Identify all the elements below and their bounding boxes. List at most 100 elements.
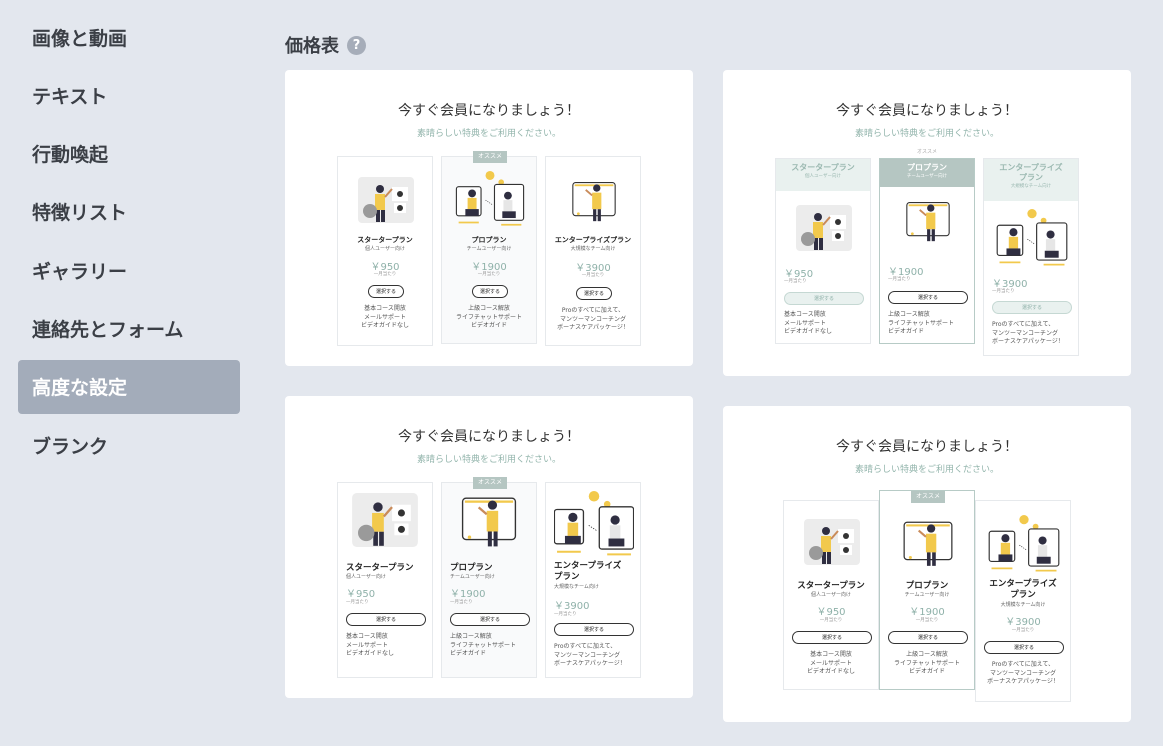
plan-tagline: 個人ユーザー向け [811, 592, 851, 598]
plan-features: 上級コース解放 ライフチャットサポート ビデオガイド [456, 305, 522, 329]
enterprise-illustration [571, 181, 617, 223]
pro-illustration [903, 521, 953, 567]
sidebar-item-image-video[interactable]: 画像と動画 [18, 10, 240, 64]
plan-tagline: 大規模なチーム向け [554, 584, 599, 590]
recommended-badge: オススメ [473, 151, 507, 163]
plan-price: ￥3900 [1005, 617, 1041, 628]
starter-illustration [358, 177, 414, 223]
plan-pro: プロプラン チームユーザー向け ￥1900 一月当たり 選択する 上級コース解放… [879, 158, 975, 344]
select-button[interactable]: 選択する [554, 623, 634, 636]
template-subheading: 素晴らしい特典をご利用ください。 [854, 465, 999, 475]
select-button[interactable]: 選択する [984, 641, 1064, 654]
plan-tagline: 個人ユーザー向け [365, 246, 405, 252]
plan-period: 一月当たり [554, 612, 577, 617]
plan-features: 上級コース解放 ライフチャットサポート ビデオガイド [888, 311, 954, 335]
plan-starter: スタータープラン 個人ユーザー向け ￥950 一月当たり 選択する 基本コース開… [775, 158, 871, 344]
plan-features: Proのすべてに加えて、 マンツーマンコーチング ボーナスケアパッケージ！ [987, 661, 1059, 685]
plan-pro: オススメ プロプラン チームユーザー向け ￥1900 一月当たり 選択する 上級… [441, 477, 537, 678]
sidebar-item-contact-form[interactable]: 連絡先とフォーム [18, 301, 240, 355]
sidebar-item-blank[interactable]: ブランク [18, 418, 240, 472]
plan-features: Proのすべてに加えて、 マンツーマンコーチング ボーナスケアパッケージ！ [992, 321, 1064, 345]
template-subheading: 素晴らしい特典をご利用ください。 [854, 129, 999, 139]
plan-pro: オススメ プロプラン チームユーザー向け ￥1900 一月当たり 選択する 上級… [441, 151, 537, 344]
sidebar: 画像と動画 テキスト 行動喚起 特徴リスト ギャラリー 連絡先とフォーム 高度な… [18, 10, 240, 476]
plan-period: 一月当たり [888, 277, 911, 282]
select-button[interactable]: 選択する [576, 287, 612, 300]
plan-price: ￥950 [346, 589, 376, 600]
sidebar-item-call-to-action[interactable]: 行動喚起 [18, 127, 240, 181]
select-button[interactable]: 選択する [346, 613, 426, 626]
template-subheading: 素晴らしい特典をご利用ください。 [416, 129, 561, 139]
plan-period: 一月当たり [915, 618, 939, 623]
plan-enterprise: エンタープライズプラン 大規模なチーム向け ￥3900 一月当たり 選択する P… [545, 156, 641, 346]
plan-period: 一月当たり [581, 273, 605, 278]
sidebar-item-advanced[interactable]: 高度な設定 [18, 359, 240, 414]
select-button[interactable]: 選択する [888, 291, 968, 304]
plan-enterprise: エンタープライズ プラン 大規模なチーム向け ￥3900 一月当たり 選択する … [983, 158, 1079, 356]
plan-pro: オススメ プロプラン チームユーザー向け ￥1900 一月当たり 選択する 上級… [879, 490, 975, 690]
plan-tagline: チームユーザー向け [904, 592, 950, 598]
plan-header: プロプラン チームユーザー向け [880, 159, 974, 187]
plan-period: 一月当たり [784, 279, 807, 284]
sidebar-item-feature-list[interactable]: 特徴リスト [18, 185, 240, 239]
plan-starter: スタータープラン 個人ユーザー向け ￥950 一月当たり 選択する 基本コース開… [337, 156, 433, 346]
select-button[interactable]: 選択する [472, 285, 508, 298]
plan-period: 一月当たり [346, 600, 369, 605]
plan-name: スタータープラン [797, 581, 865, 591]
pricing-template-1[interactable]: 今すぐ会員になりましょう！ 素晴らしい特典をご利用ください。 スタータープラン … [285, 70, 693, 366]
sidebar-item-text[interactable]: テキスト [18, 68, 240, 122]
plan-starter: スタータープラン 個人ユーザー向け ￥950 一月当たり 選択する 基本コース開… [337, 482, 433, 678]
plan-tagline: チームユーザー向け [466, 246, 512, 252]
plan-tagline: 大規模なチーム向け [570, 246, 616, 252]
plan-period: 一月当たり [992, 289, 1015, 294]
plan-period: 一月当たり [819, 618, 843, 623]
recommended-badge: オススメ [473, 477, 507, 489]
plan-period: 一月当たり [1011, 628, 1035, 633]
plan-enterprise: エンタープライズ プラン 大規模なチーム向け ￥3900 一月当たり 選択する … [975, 500, 1071, 702]
plan-name: プロプラン [905, 581, 949, 591]
plan-features: Proのすべてに加えて、 マンツーマンコーチング ボーナスケアパッケージ！ [554, 643, 626, 667]
template-heading: 今すぐ会員になりましょう！ [398, 429, 580, 445]
plan-features: 上級コース解放 ライフチャットサポート ビデオガイド [450, 633, 516, 657]
plan-name: スタータープラン [346, 563, 414, 573]
section-header: 価格表 ? [285, 32, 366, 58]
plan-enterprise: エンタープライズ プラン 大規模なチーム向け ￥3900 一月当たり 選択する … [545, 482, 641, 678]
pricing-template-2[interactable]: 今すぐ会員になりましょう！ 素晴らしい特典をご利用ください。 オススメ スタータ… [723, 70, 1131, 376]
plan-name: プロプラン [450, 563, 493, 573]
select-button[interactable]: 選択する [992, 301, 1072, 314]
plan-features: 上級コース解放 ライフチャットサポート ビデオガイド [894, 651, 960, 675]
template-heading: 今すぐ会員になりましょう！ [836, 439, 1018, 455]
plan-price: ￥3900 [554, 601, 590, 612]
plan-features: Proのすべてに加えて、 マンツーマンコーチング ボーナスケアパッケージ！ [557, 307, 629, 331]
pricing-template-4[interactable]: 今すぐ会員になりましょう！ 素晴らしい特典をご利用ください。 スタータープラン … [723, 406, 1131, 722]
plan-header: スタータープラン 個人ユーザー向け [776, 159, 870, 191]
starter-illustration [804, 519, 860, 565]
enterprise-illustration [996, 209, 1068, 266]
select-button[interactable]: 選択する [792, 631, 872, 644]
question-circle-icon[interactable]: ? [347, 35, 366, 55]
template-heading: 今すぐ会員になりましょう！ [398, 103, 580, 119]
plan-features: 基本コース開放 メールサポート ビデオガイドなし [346, 633, 395, 657]
pricing-template-3[interactable]: 今すぐ会員になりましょう！ 素晴らしい特典をご利用ください。 スタータープラン … [285, 396, 693, 698]
recommended-badge: オススメ [911, 491, 945, 503]
select-button[interactable]: 選択する [368, 285, 404, 298]
template-subheading: 素晴らしい特典をご利用ください。 [416, 455, 561, 465]
section-title: 価格表 [285, 36, 339, 57]
select-button[interactable]: 選択する [888, 631, 968, 644]
template-heading: 今すぐ会員になりましょう！ [836, 103, 1018, 119]
plan-tagline: 個人ユーザー向け [346, 574, 386, 580]
pro-illustration [455, 171, 525, 226]
plan-name: エンタープライズ プラン [554, 561, 622, 582]
pro-illustration [461, 497, 517, 548]
select-button[interactable]: 選択する [450, 613, 530, 626]
plan-period: 一月当たり [373, 272, 397, 277]
plan-price: ￥950 [816, 607, 846, 618]
plan-features: 基本コース開放 メールサポート ビデオガイドなし [806, 651, 855, 675]
plan-period: 一月当たり [450, 600, 473, 605]
starter-illustration [352, 493, 418, 547]
plan-name: プロプラン [471, 236, 507, 244]
sidebar-item-gallery[interactable]: ギャラリー [18, 243, 240, 297]
plan-starter: スタータープラン 個人ユーザー向け ￥950 一月当たり 選択する 基本コース開… [783, 500, 879, 690]
plan-name: エンタープライズプラン [554, 236, 632, 244]
select-button[interactable]: 選択する [784, 292, 864, 305]
